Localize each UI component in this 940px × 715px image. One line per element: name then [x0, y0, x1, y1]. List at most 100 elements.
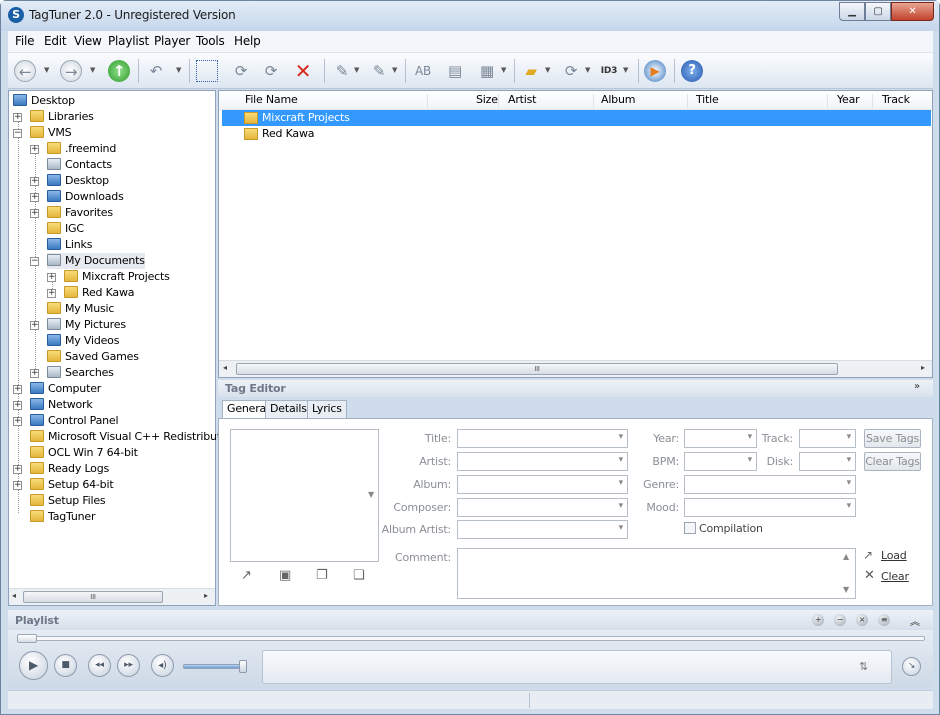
- rename-all-icon[interactable]: ⟳: [260, 60, 282, 82]
- playlist-options-icon[interactable]: ≡: [878, 614, 890, 626]
- select-all-icon[interactable]: [196, 60, 218, 82]
- tab-details[interactable]: Details: [265, 400, 312, 418]
- mood-field[interactable]: [684, 498, 856, 517]
- load-cover-icon[interactable]: ↗: [241, 568, 252, 583]
- tree-item[interactable]: My Music: [47, 301, 114, 317]
- tab-lyrics[interactable]: Lyrics: [307, 400, 347, 418]
- tree-item[interactable]: My Videos: [47, 333, 119, 349]
- help-icon[interactable]: ?: [681, 60, 703, 82]
- album-artist-field[interactable]: [457, 520, 628, 539]
- column-divider[interactable]: [827, 94, 828, 108]
- title-bar[interactable]: S TagTuner 2.0 - Unregistered Version ▁ …: [1, 1, 939, 31]
- forward-dropdown-icon[interactable]: ▼: [90, 66, 95, 74]
- column-divider[interactable]: [687, 94, 688, 108]
- clear-link[interactable]: Clear: [881, 570, 909, 583]
- rename-icon[interactable]: ⟳: [230, 60, 252, 82]
- title-field[interactable]: [457, 429, 628, 448]
- expand-icon[interactable]: +: [30, 193, 39, 202]
- seek-bar[interactable]: [17, 636, 925, 641]
- expand-icon[interactable]: +: [30, 145, 39, 154]
- refresh-icon[interactable]: ⟳: [560, 60, 582, 82]
- tree-item[interactable]: Libraries: [30, 109, 94, 125]
- expand-icon[interactable]: +: [13, 417, 22, 426]
- forward-icon[interactable]: →: [60, 60, 82, 82]
- id3-icon[interactable]: ID3: [598, 60, 620, 82]
- play-icon[interactable]: ▶: [19, 651, 48, 680]
- tree-item[interactable]: VMS: [30, 125, 72, 141]
- tree-item[interactable]: Setup 64-bit: [30, 477, 114, 493]
- album-field[interactable]: [457, 475, 628, 494]
- tree-item[interactable]: IGC: [47, 221, 84, 237]
- genre-field[interactable]: [684, 475, 856, 494]
- case-convert-icon[interactable]: ▦: [476, 60, 498, 82]
- spell-check-icon[interactable]: AB: [412, 60, 434, 82]
- file-list-horizontal-scrollbar[interactable]: ◂ III ▸: [219, 360, 932, 377]
- stop-icon[interactable]: ■: [54, 654, 77, 677]
- expand-icon[interactable]: +: [13, 385, 22, 394]
- expand-icon[interactable]: +: [30, 321, 39, 330]
- clear-tags-button[interactable]: Clear Tags: [864, 452, 921, 471]
- scroll-thumb[interactable]: III: [23, 591, 163, 603]
- back-icon[interactable]: ←: [14, 60, 36, 82]
- save-tags-button[interactable]: Save Tags: [864, 429, 921, 448]
- edit-tags-dropdown-icon[interactable]: ▼: [354, 66, 359, 74]
- tree-item[interactable]: OCL Win 7 64-bit: [30, 445, 138, 461]
- tree-item[interactable]: Downloads: [47, 189, 124, 205]
- column-header[interactable]: Album: [601, 93, 635, 106]
- column-header[interactable]: File Name: [245, 93, 298, 106]
- menu-playlist[interactable]: Playlist: [108, 34, 149, 48]
- track-field[interactable]: [799, 429, 856, 448]
- column-header[interactable]: Artist: [508, 93, 536, 106]
- tree-item[interactable]: Contacts: [47, 157, 112, 173]
- year-field[interactable]: [684, 429, 757, 448]
- case-convert-dropdown-icon[interactable]: ▼: [501, 66, 506, 74]
- composer-field[interactable]: [457, 498, 628, 517]
- remove-icon[interactable]: −: [834, 614, 846, 626]
- column-divider[interactable]: [498, 94, 499, 108]
- menu-tools[interactable]: Tools: [196, 34, 225, 48]
- tree-item[interactable]: Control Panel: [30, 413, 119, 429]
- collapse-chevron-icon[interactable]: »: [914, 381, 920, 392]
- column-header[interactable]: Size: [476, 93, 498, 106]
- expand-icon[interactable]: +: [13, 401, 22, 410]
- maximize-button[interactable]: ▢: [865, 2, 891, 21]
- back-dropdown-icon[interactable]: ▼: [44, 66, 49, 74]
- tree-item[interactable]: Mixcraft Projects: [64, 269, 170, 285]
- expand-icon[interactable]: +: [13, 481, 22, 490]
- tree-item[interactable]: Links: [47, 237, 92, 253]
- column-divider[interactable]: [427, 94, 428, 108]
- tree-item[interactable]: Red Kawa: [64, 285, 134, 301]
- tree-item-selected[interactable]: My Documents: [47, 253, 145, 269]
- volume-icon[interactable]: ◂): [151, 654, 174, 677]
- expand-chevron-icon[interactable]: ︽: [910, 613, 920, 628]
- cover-art-dropdown-icon[interactable]: ▼: [368, 490, 374, 499]
- undo-icon[interactable]: ↶: [145, 60, 167, 82]
- tree-item[interactable]: Desktop: [47, 173, 109, 189]
- column-divider[interactable]: [872, 94, 873, 108]
- tree-item[interactable]: TagTuner: [30, 509, 96, 525]
- column-header[interactable]: Title: [696, 93, 719, 106]
- expand-icon[interactable]: +: [30, 177, 39, 186]
- cover-art-box[interactable]: ▼: [230, 429, 379, 562]
- menu-file[interactable]: File: [15, 34, 34, 48]
- column-header[interactable]: Track: [882, 93, 910, 106]
- tree-item[interactable]: Desktop: [13, 93, 75, 109]
- paste-cover-icon[interactable]: ❏: [353, 568, 365, 583]
- expand-icon[interactable]: +: [13, 465, 22, 474]
- file-row[interactable]: Red Kawa: [222, 126, 931, 142]
- id3-dropdown-icon[interactable]: ▼: [623, 66, 628, 74]
- scroll-down-icon[interactable]: ▼: [843, 585, 849, 594]
- mini-mode-icon[interactable]: ↘: [902, 657, 921, 676]
- disk-field[interactable]: [799, 452, 856, 471]
- refresh-dropdown-icon[interactable]: ▼: [585, 66, 590, 74]
- player-icon[interactable]: ▶: [644, 60, 666, 82]
- copy-cover-icon[interactable]: ❐: [316, 568, 328, 583]
- file-row-selected[interactable]: Mixcraft Projects: [222, 110, 931, 126]
- bpm-field[interactable]: [684, 452, 757, 471]
- tree-item[interactable]: Microsoft Visual C++ Redistributable: [30, 429, 244, 445]
- save-cover-icon[interactable]: ▣: [279, 568, 291, 583]
- load-link[interactable]: Load: [881, 549, 907, 562]
- scroll-left-icon[interactable]: ◂: [223, 363, 227, 372]
- tree-item[interactable]: Computer: [30, 381, 101, 397]
- up-icon[interactable]: ↑: [108, 60, 130, 82]
